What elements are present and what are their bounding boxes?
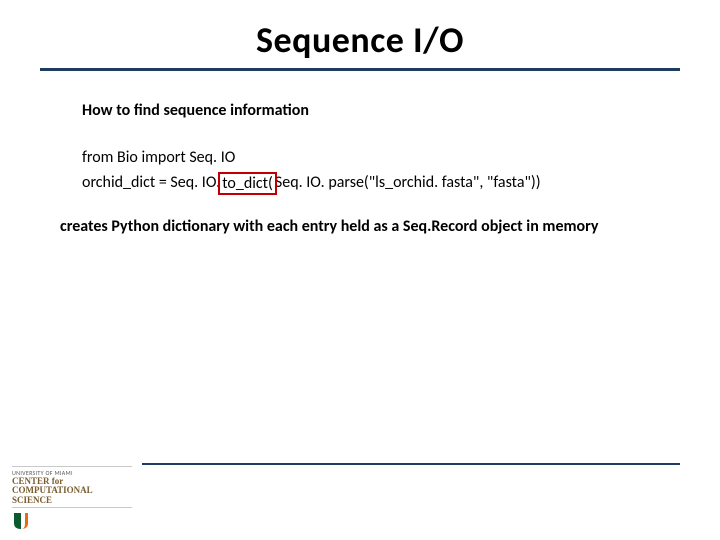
center-line-3: SCIENCE	[12, 496, 132, 505]
code-line-2: orchid_dict = Seq. IO.to_dict(Seq. IO. p…	[82, 171, 662, 196]
u-logo-icon	[12, 512, 38, 530]
subheading: How to find sequence information	[82, 99, 662, 124]
footer: UNIVERSITY OF MIAMI CENTER for COMPUTATI…	[12, 466, 132, 530]
center-block: UNIVERSITY OF MIAMI CENTER for COMPUTATI…	[12, 466, 132, 508]
slide: Sequence I/O How to find sequence inform…	[0, 0, 720, 540]
code-line-2-pre: orchid_dict = Seq. IO.	[82, 173, 220, 192]
title-underline	[40, 68, 680, 71]
slide-title: Sequence I/O	[40, 18, 680, 68]
description: creates Python dictionary with each entr…	[60, 215, 662, 240]
code-line-2-post: Seq. IO. parse("ls_orchid. fasta", "fast…	[275, 173, 541, 192]
bottom-rule	[142, 463, 680, 465]
code-line-1: from Bio import Seq. IO	[82, 146, 662, 171]
code-block: from Bio import Seq. IO orchid_dict = Se…	[82, 146, 662, 196]
content-area: How to find sequence information from Bi…	[40, 99, 680, 240]
highlight-box: to_dict(	[218, 172, 277, 195]
